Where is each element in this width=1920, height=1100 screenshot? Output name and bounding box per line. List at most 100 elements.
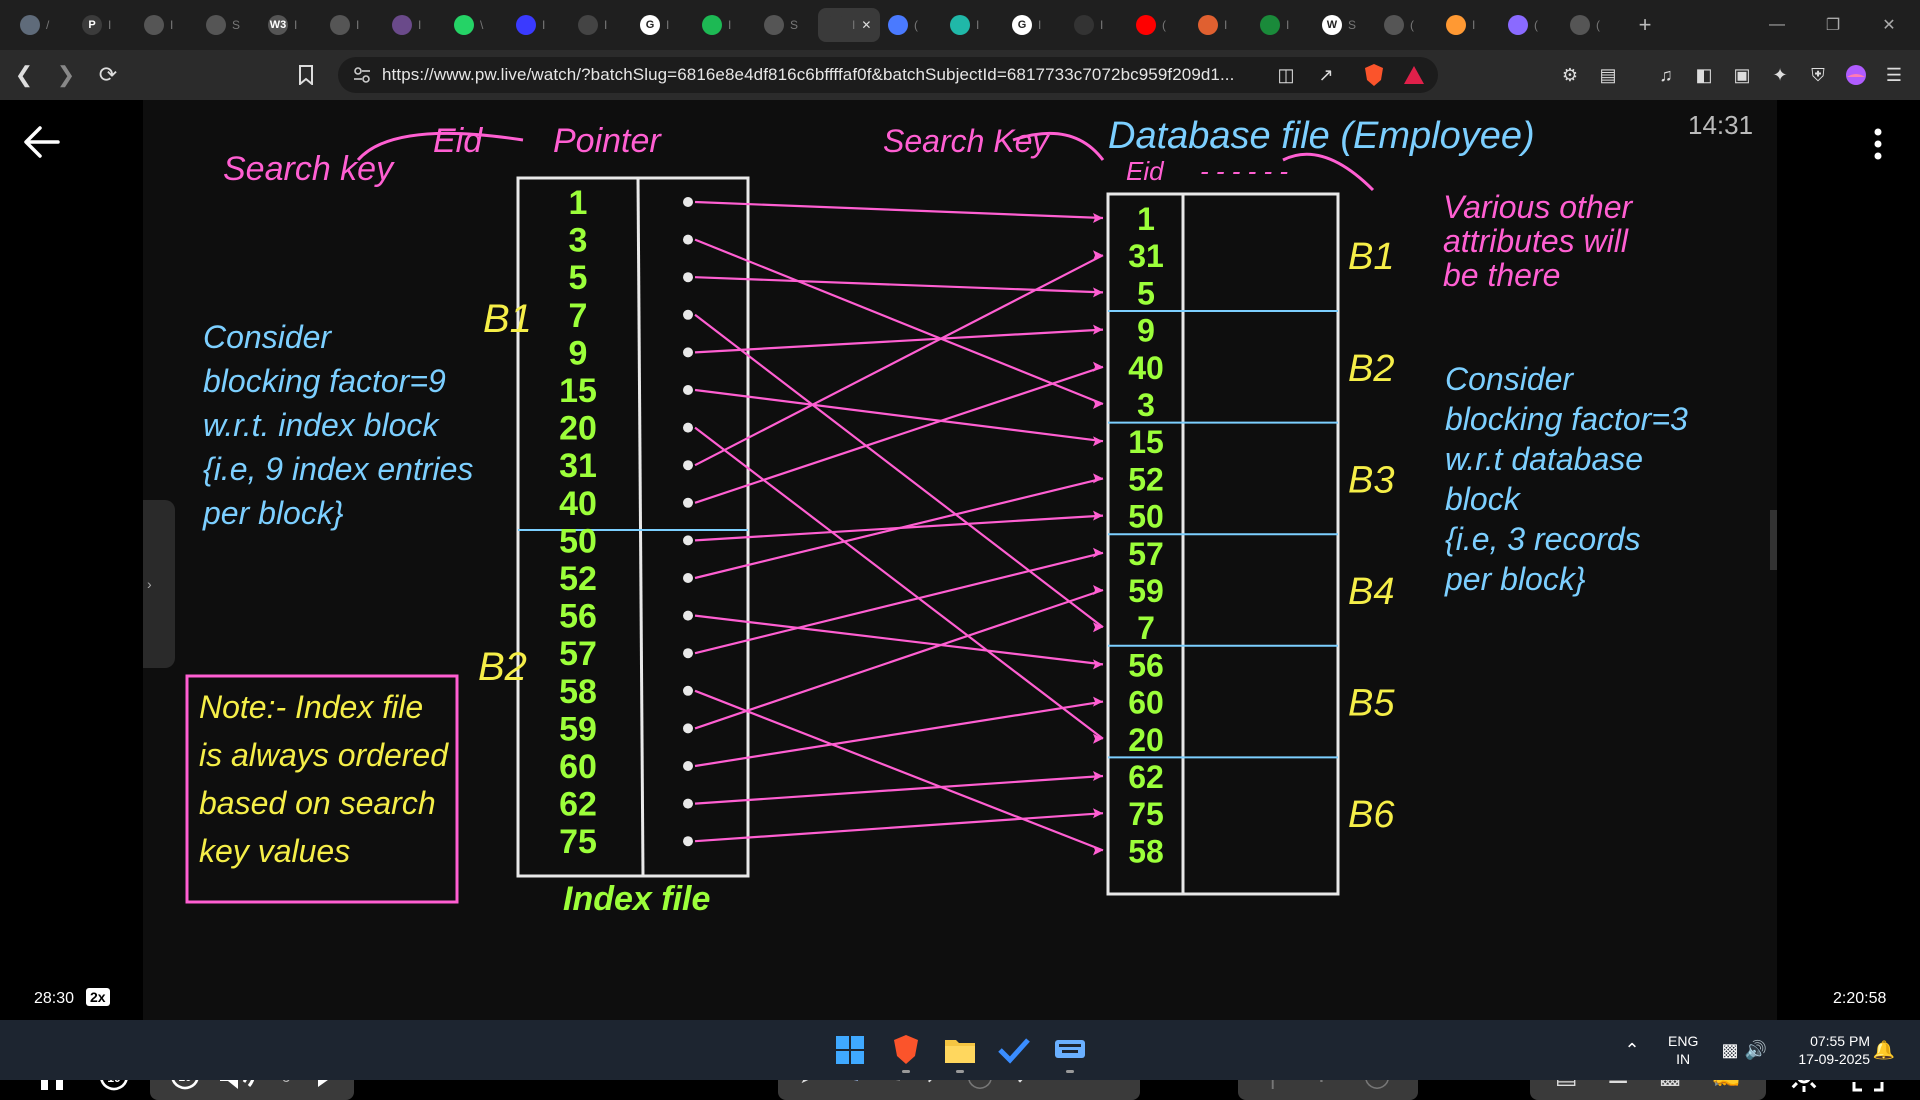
- back-arrow-icon[interactable]: [22, 122, 62, 162]
- pointer-dot: [683, 648, 693, 659]
- db-value: 1: [1137, 201, 1155, 237]
- taskbar-brave[interactable]: [888, 1032, 924, 1068]
- pointer-dot: [683, 761, 693, 771]
- site-settings-icon[interactable]: [352, 65, 372, 90]
- show-hidden-icons[interactable]: ⌃: [1614, 1032, 1650, 1068]
- board-note-line: per block}: [202, 495, 344, 531]
- window-icon: [1074, 15, 1094, 35]
- browser-tab[interactable]: I: [1252, 8, 1314, 42]
- browser-tab[interactable]: (: [1562, 8, 1624, 42]
- cast-icon[interactable]: ◫: [1274, 63, 1298, 87]
- system-clock[interactable]: 07:55 PM 17-09-2025: [1776, 1032, 1870, 1068]
- brave-shields-icon[interactable]: [1362, 63, 1386, 87]
- tab-title-fragment: I: [1100, 18, 1104, 32]
- db-block-label: B4: [1348, 571, 1394, 613]
- browser-tab[interactable]: /: [12, 8, 74, 42]
- pointer-arrow: [694, 588, 1104, 730]
- taskbar-file-explorer[interactable]: [942, 1032, 978, 1068]
- video-player[interactable]: Search key Eid Pointer Search Key Databa…: [0, 100, 1920, 1100]
- wallet-icon[interactable]: ▣: [1730, 63, 1754, 87]
- browser-tab[interactable]: S: [198, 8, 260, 42]
- index-value: 9: [569, 334, 588, 372]
- arrow-head: [1093, 547, 1103, 558]
- browser-tab[interactable]: GI: [632, 8, 694, 42]
- share-icon[interactable]: ↗: [1314, 63, 1338, 87]
- playback-speed-badge[interactable]: 2x: [86, 988, 110, 1006]
- pointer-dot: [683, 385, 693, 395]
- browser-tab[interactable]: I: [1438, 8, 1500, 42]
- browser-tab[interactable]: I ✕: [818, 8, 880, 42]
- purple-logo-icon: [392, 15, 412, 35]
- restore-button[interactable]: ❐: [1810, 8, 1856, 42]
- browser-tab[interactable]: I: [136, 8, 198, 42]
- board-note-line: blocking factor=3: [1445, 401, 1688, 437]
- db-block-label: B6: [1348, 794, 1395, 836]
- more-options-icon[interactable]: [1866, 124, 1890, 164]
- browser-tab[interactable]: I: [570, 8, 632, 42]
- tab-title-fragment: (: [1596, 18, 1600, 32]
- browser-tab[interactable]: \: [446, 8, 508, 42]
- url-field[interactable]: https://www.pw.live/watch/?batchSlug=681…: [338, 57, 1438, 93]
- speaker-icon[interactable]: 🔊: [1738, 1032, 1774, 1068]
- index-value: 40: [559, 485, 597, 523]
- browser-tab[interactable]: I: [508, 8, 570, 42]
- pointer-dot: [683, 535, 693, 546]
- index-value: 52: [559, 560, 597, 598]
- language-indicator[interactable]: ENG IN: [1668, 1032, 1698, 1068]
- browser-tab[interactable]: I: [384, 8, 446, 42]
- extensions-icon[interactable]: ⚙: [1558, 63, 1582, 87]
- chatgpt-icon: [20, 15, 40, 35]
- new-tab-button[interactable]: +: [1630, 10, 1660, 40]
- browser-tab[interactable]: I: [694, 8, 756, 42]
- browser-tab[interactable]: WS: [1314, 8, 1376, 42]
- browser-tab[interactable]: I: [1190, 8, 1252, 42]
- sidebar-icon[interactable]: ◧: [1692, 63, 1716, 87]
- start-button[interactable]: [832, 1032, 868, 1068]
- index-block-b1-label: B1: [483, 297, 532, 341]
- browser-tab[interactable]: I: [1066, 8, 1128, 42]
- brave-rewards-icon[interactable]: [1402, 63, 1426, 87]
- browser-tab[interactable]: (: [1500, 8, 1562, 42]
- clock-date: 17-09-2025: [1798, 1051, 1870, 1067]
- minimize-button[interactable]: —: [1754, 8, 1800, 42]
- forward-button[interactable]: ❯: [48, 57, 84, 93]
- tab-title-fragment: S: [1348, 18, 1357, 32]
- leo-ai-icon[interactable]: ✦: [1768, 63, 1792, 87]
- browser-tab[interactable]: (: [1128, 8, 1190, 42]
- close-tab-icon[interactable]: ✕: [861, 18, 871, 32]
- youtube-icon: [1136, 15, 1156, 35]
- db-value: 9: [1137, 313, 1155, 349]
- taskbar-keyboard[interactable]: [1052, 1032, 1088, 1068]
- taskbar-todo[interactable]: [996, 1032, 1032, 1068]
- notification-bell-icon[interactable]: 🔔: [1866, 1032, 1902, 1068]
- browser-tab[interactable]: I: [322, 8, 384, 42]
- menu-icon[interactable]: ☰: [1882, 63, 1906, 87]
- reload-button[interactable]: ⟳: [90, 57, 126, 93]
- browser-tab[interactable]: (: [880, 8, 942, 42]
- close-window-button[interactable]: ✕: [1866, 8, 1912, 42]
- active-tab-icon: [826, 15, 846, 35]
- vpn-icon[interactable]: ⛨: [1806, 63, 1830, 87]
- browser-tab[interactable]: S: [756, 8, 818, 42]
- reader-mode-icon[interactable]: ▤: [1596, 63, 1620, 87]
- profile-icon[interactable]: [1844, 63, 1868, 87]
- browser-tab[interactable]: W3 I: [260, 8, 322, 42]
- db-value: 20: [1128, 722, 1164, 758]
- index-block-b2-label: B2: [478, 645, 527, 689]
- media-icon[interactable]: ♫: [1654, 63, 1678, 87]
- bookmark-icon[interactable]: [294, 63, 318, 87]
- pointer-arrow: [694, 313, 1104, 629]
- back-button[interactable]: ❮: [6, 57, 42, 93]
- pointer-dot: [683, 422, 693, 433]
- current-time: 28:30: [34, 990, 75, 1007]
- board-note-line: attributes will: [1443, 223, 1629, 259]
- browser-tab[interactable]: (: [1376, 8, 1438, 42]
- board-note-line: Consider: [203, 319, 332, 355]
- side-panel-handle[interactable]: ›: [143, 500, 175, 668]
- browser-tab[interactable]: PI: [74, 8, 136, 42]
- arrow-head: [1093, 585, 1103, 595]
- browser-tab[interactable]: I: [942, 8, 1004, 42]
- db-value: 58: [1128, 833, 1164, 869]
- lang-top: ENG: [1668, 1033, 1699, 1049]
- browser-tab[interactable]: GI: [1004, 8, 1066, 42]
